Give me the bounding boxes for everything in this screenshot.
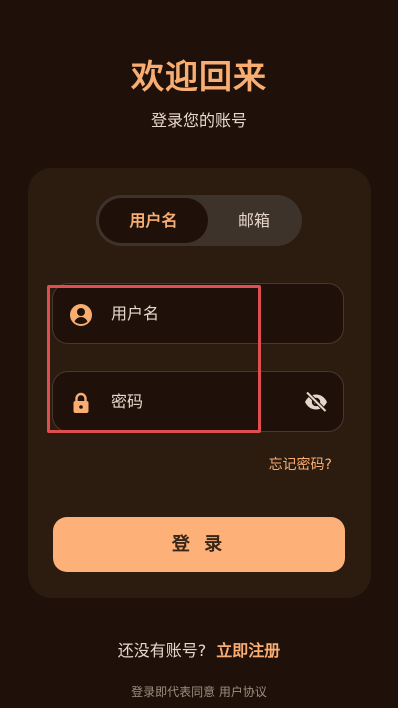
tab-email[interactable]: 邮箱 [208,198,300,243]
eye-off-icon[interactable] [303,389,329,415]
login-button[interactable]: 登 录 [53,517,345,572]
page-subtitle: 登录您的账号 [150,111,247,130]
lock-icon [68,390,94,416]
tab-username[interactable]: 用户名 [99,198,208,243]
password-field[interactable]: 密码 [52,371,344,432]
register-link[interactable]: 立即注册 [216,641,280,660]
username-field[interactable]: 用户名 [52,283,344,344]
username-input[interactable]: 用户名 [111,284,159,343]
page-title: 欢迎回来 [131,57,267,96]
register-question: 还没有账号? [117,641,207,660]
password-input[interactable]: 密码 [111,372,143,431]
forgot-password-link[interactable]: 忘记密码? [269,454,332,474]
register-row: 还没有账号? 立即注册 [0,637,398,661]
agreement-text: 登录即代表同意 用户协议 [131,685,267,699]
user-icon [68,302,94,328]
